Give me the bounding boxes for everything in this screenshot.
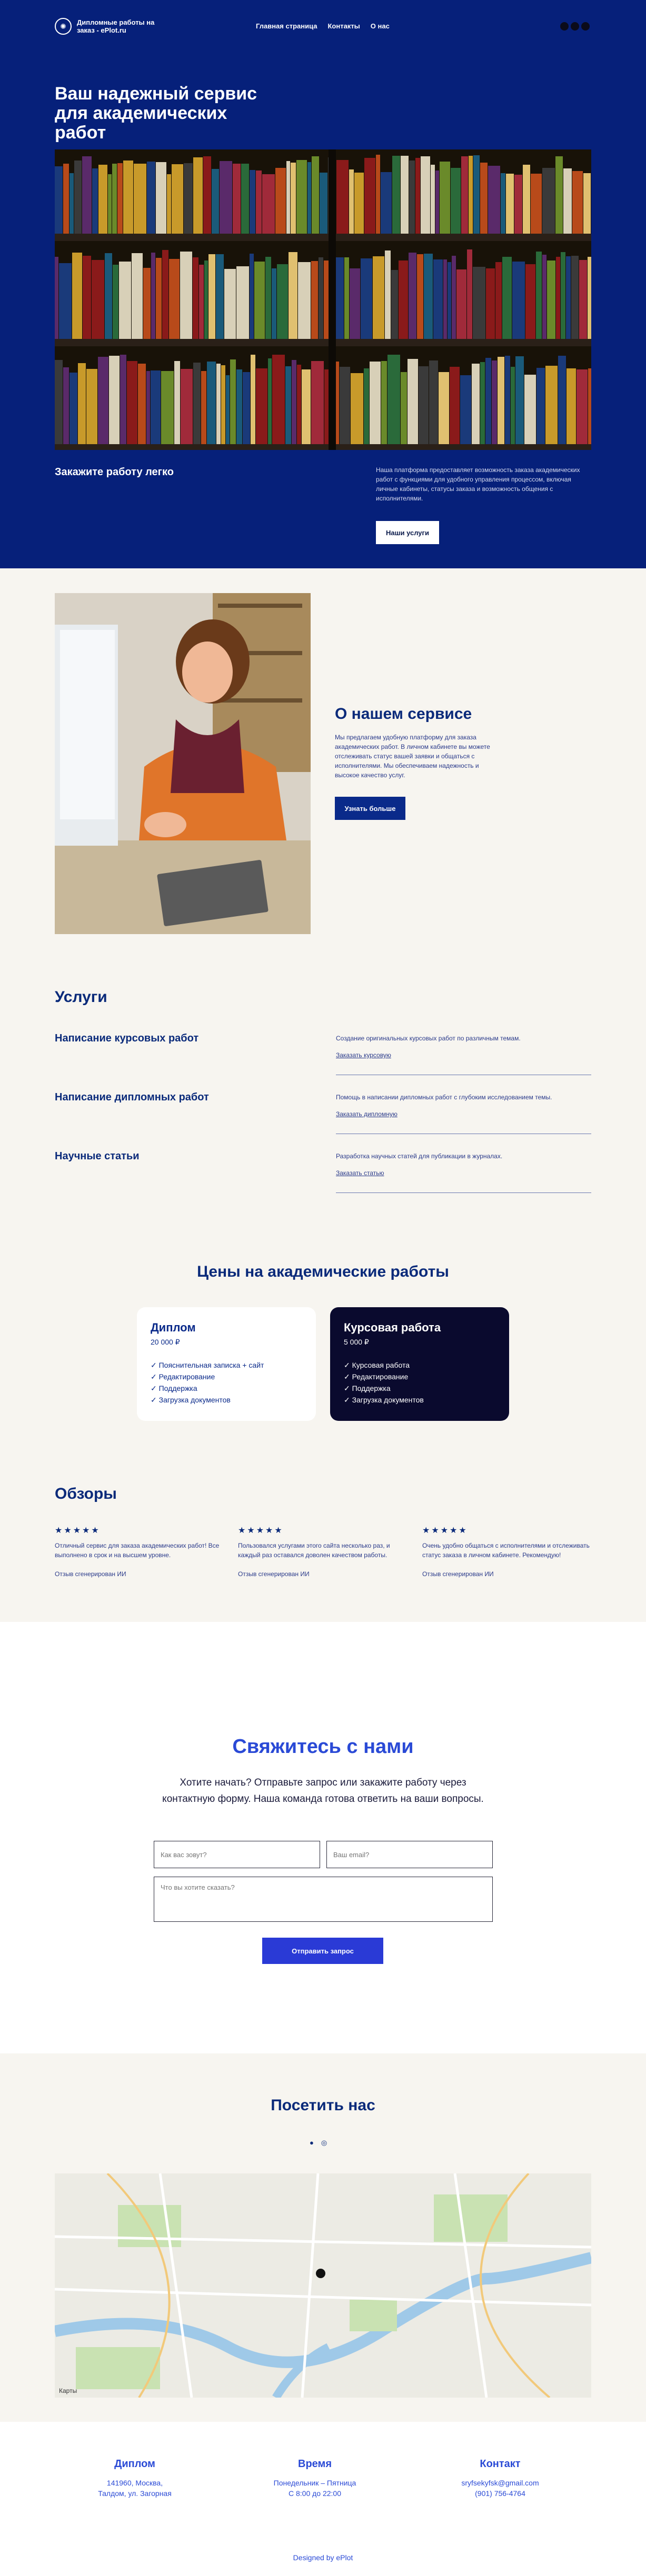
reviews-title: Обзоры — [55, 1485, 117, 1502]
footer-col-contact: Контакт sryfsekyfsk@gmail.com (901) 756-… — [421, 2459, 579, 2499]
social-icon[interactable] — [560, 22, 569, 31]
feature-item: ✓ Поддержка — [151, 1384, 197, 1392]
student-photo — [55, 593, 311, 934]
learn-more-button[interactable]: Узнать больше — [335, 797, 405, 820]
footer-col-title: Контакт — [480, 2458, 521, 2470]
star-rating: ★★★★★ — [55, 1526, 101, 1535]
hero-title: Ваш надежный сервис для академических ра… — [55, 84, 257, 143]
review-card: ★★★★★ Пользовался услугами этого сайта н… — [238, 1526, 406, 1579]
service-description: Помощь в написании дипломных работ с глу… — [336, 1094, 552, 1101]
review-text: Пользовался услугами этого сайта несколь… — [238, 1542, 390, 1559]
submit-request-button[interactable]: Отправить запрос — [262, 1938, 383, 1964]
social-links — [560, 22, 590, 31]
footer-col-address: Диплом 141960, Москва, Талдом, ул. Загор… — [56, 2459, 214, 2499]
services-button[interactable]: Наши услуги — [376, 521, 439, 544]
footer-line: С 8:00 до 22:00 — [288, 2489, 342, 2498]
hero-subtitle: Закажите работу легко — [55, 466, 174, 478]
bookshelf-illustration — [55, 149, 591, 450]
service-name: Научные статьи — [55, 1150, 140, 1162]
student-illustration — [55, 593, 311, 934]
footer-line: Понедельник – Пятница — [273, 2479, 356, 2487]
order-article-link[interactable]: Заказать статью — [336, 1169, 384, 1177]
brand-name: Дипломные работы на заказ - ePlot.ru — [77, 18, 155, 34]
feature-item: ✓ Поддержка — [344, 1384, 391, 1392]
price-value: 20 000 ₽ — [151, 1338, 180, 1346]
review-signature: Отзыв сгенерирован ИИ — [422, 1570, 494, 1578]
service-item: Написание курсовых работ Создание оригин… — [55, 1033, 591, 1085]
feature-list: ✓ Курсовая работа ✓ Редактирование ✓ Под… — [344, 1359, 495, 1406]
star-rating: ★★★★★ — [422, 1526, 468, 1535]
about-title: О нашем сервисе — [335, 705, 472, 723]
review-card: ★★★★★ Отличный сервис для заказа академи… — [55, 1526, 223, 1579]
visit-social-icons: ● ◎ — [310, 2139, 327, 2147]
review-card: ★★★★★ Очень удобно общаться с исполнител… — [422, 1526, 591, 1579]
service-name: Написание курсовых работ — [55, 1033, 199, 1044]
service-description: Создание оригинальных курсовых работ по … — [336, 1035, 521, 1042]
price-card-coursework[interactable]: Курсовая работа 5 000 ₽ ✓ Курсовая работ… — [330, 1307, 509, 1421]
review-text: Очень удобно общаться с исполнителями и … — [422, 1542, 590, 1559]
instagram-icon[interactable]: ◎ — [321, 2139, 327, 2147]
about-description: Мы предлагаем удобную платформу для зака… — [335, 734, 490, 779]
footer-line: Талдом, ул. Загорная — [98, 2489, 172, 2498]
hero-section: ✺ Дипломные работы на заказ - ePlot.ru Г… — [0, 0, 646, 568]
order-diploma-link[interactable]: Заказать дипломную — [336, 1110, 397, 1118]
feature-item: ✓ Загрузка документов — [344, 1396, 424, 1404]
main-nav: Главная страница Контакты О нас — [256, 22, 390, 30]
star-rating: ★★★★★ — [238, 1526, 284, 1535]
nav-about[interactable]: О нас — [371, 22, 390, 30]
nav-contacts[interactable]: Контакты — [327, 22, 360, 30]
price-card-title: Курсовая работа — [344, 1321, 441, 1334]
brand[interactable]: ✺ Дипломные работы на заказ - ePlot.ru — [55, 18, 166, 35]
feature-item: ✓ Редактирование — [151, 1372, 215, 1381]
bookshelf-image — [55, 149, 591, 450]
map[interactable]: Карты — [55, 2173, 591, 2398]
designer-credit: Designed by ePlot — [293, 2553, 353, 2562]
contact-section: Свяжитесь с нами Хотите начать? Отправьт… — [0, 1622, 646, 2053]
prices-title: Цены на академические работы — [197, 1263, 449, 1280]
social-icon[interactable] — [581, 22, 590, 31]
footer-col-title: Диплом — [114, 2458, 155, 2470]
footer-col-title: Время — [298, 2458, 332, 2470]
top-bar: ✺ Дипломные работы на заказ - ePlot.ru Г… — [55, 18, 590, 36]
service-item: Научные статьи Разработка научных статей… — [55, 1150, 591, 1203]
logo-icon: ✺ — [55, 18, 72, 35]
email-input[interactable] — [326, 1841, 493, 1868]
service-description: Разработка научных статей для публикации… — [336, 1152, 503, 1160]
services-title: Услуги — [55, 988, 107, 1006]
hero-description: Наша платформа предоставляет возможность… — [376, 466, 580, 502]
social-icon[interactable] — [571, 22, 579, 31]
map-illustration — [55, 2173, 591, 2398]
map-caption: Карты — [59, 2387, 77, 2394]
service-name: Написание дипломных работ — [55, 1091, 209, 1103]
feature-item: ✓ Редактирование — [344, 1372, 409, 1381]
review-signature: Отзыв сгенерирован ИИ — [55, 1570, 126, 1578]
contact-description: Хотите начать? Отправьте запрос или зака… — [162, 1777, 484, 1805]
feature-item: ✓ Курсовая работа — [344, 1361, 410, 1369]
review-text: Отличный сервис для заказа академических… — [55, 1542, 220, 1559]
facebook-icon[interactable]: ● — [310, 2139, 314, 2147]
nav-home[interactable]: Главная страница — [256, 22, 317, 30]
service-item: Написание дипломных работ Помощь в напис… — [55, 1091, 591, 1144]
footer-email[interactable]: sryfsekyfsk@gmail.com — [421, 2478, 579, 2488]
divider — [336, 1192, 591, 1193]
price-card-diploma[interactable]: Диплом 20 000 ₽ ✓ Пояснительная записка … — [137, 1307, 316, 1421]
review-signature: Отзыв сгенерирован ИИ — [238, 1570, 310, 1578]
message-input[interactable] — [154, 1877, 493, 1922]
price-value: 5 000 ₽ — [344, 1338, 369, 1346]
feature-item: ✓ Загрузка документов — [151, 1396, 231, 1404]
footer-phone[interactable]: (901) 756-4764 — [421, 2488, 579, 2499]
name-input[interactable] — [154, 1841, 320, 1868]
contact-title: Свяжитесь с нами — [232, 1736, 414, 1758]
footer-col-hours: Время Понедельник – Пятница С 8:00 до 22… — [236, 2459, 394, 2499]
price-card-title: Диплом — [151, 1321, 196, 1334]
footer-line: 141960, Москва, — [106, 2479, 163, 2487]
feature-item: ✓ Пояснительная записка + сайт — [151, 1361, 264, 1369]
order-coursework-link[interactable]: Заказать курсовую — [336, 1051, 391, 1059]
feature-list: ✓ Пояснительная записка + сайт ✓ Редакти… — [151, 1359, 302, 1406]
visit-title: Посетить нас — [271, 2097, 375, 2114]
footer: Диплом 141960, Москва, Талдом, ул. Загор… — [0, 2422, 646, 2576]
